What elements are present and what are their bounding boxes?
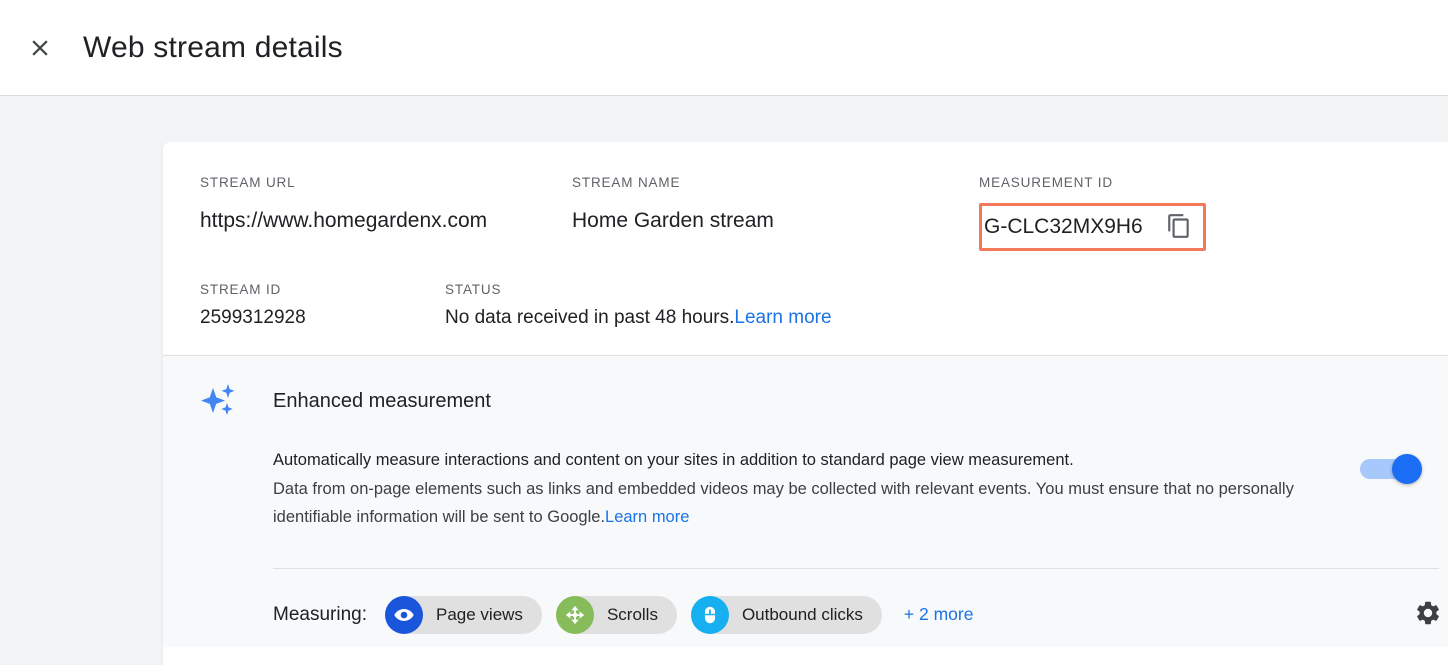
copy-measurement-id-button[interactable] <box>1165 213 1193 241</box>
enhanced-measurement-title: Enhanced measurement <box>273 390 491 412</box>
description-line-2: Data from on-page elements such as links… <box>273 475 1348 532</box>
enhanced-measurement-description: Automatically measure interactions and c… <box>273 446 1348 532</box>
description-line-2-text: Data from on-page elements such as links… <box>273 479 1294 527</box>
chip-label: Scrolls <box>606 604 658 624</box>
status-value-row: No data received in past 48 hours.Learn … <box>445 305 1145 331</box>
stream-id-label: STREAM ID <box>200 282 282 297</box>
web-stream-details-card: STREAM URL https://www.homegardenx.com S… <box>163 142 1448 665</box>
status-value: No data received in past 48 hours. <box>445 307 735 328</box>
toggle-thumb <box>1392 454 1422 484</box>
sparkle-icon <box>200 382 240 420</box>
measuring-row: Measuring: Page views Scrolls Outbound c… <box>163 569 1448 635</box>
mouse-icon <box>690 595 729 634</box>
page-title: Web stream details <box>83 30 343 64</box>
page-body: STREAM URL https://www.homegardenx.com S… <box>0 96 1448 665</box>
chip-scrolls[interactable]: Scrolls <box>555 595 677 634</box>
chip-label: Page views <box>436 604 523 624</box>
measurement-id-highlight-box: G-CLC32MX9H6 <box>979 203 1206 251</box>
enhanced-measurement-settings-button[interactable] <box>1408 595 1448 635</box>
stream-id-field: STREAM ID 2599312928 <box>200 281 445 331</box>
gear-icon <box>1414 599 1442 630</box>
stream-url-label: STREAM URL <box>200 175 296 190</box>
enhanced-measurement-section: Enhanced measurement Automatically measu… <box>163 355 1448 647</box>
chip-label: Outbound clicks <box>741 604 863 624</box>
stream-url-field: STREAM URL https://www.homegardenx.com <box>200 174 572 251</box>
stream-url-value: https://www.homegardenx.com <box>200 209 488 232</box>
close-icon <box>27 35 53 61</box>
stream-name-label: STREAM NAME <box>572 175 681 190</box>
measurement-id-label: MEASUREMENT ID <box>979 175 1113 190</box>
more-events-link[interactable]: + 2 more <box>904 604 974 625</box>
close-button[interactable] <box>18 26 62 70</box>
stream-id-value: 2599312928 <box>200 307 306 328</box>
stream-details-grid: STREAM URL https://www.homegardenx.com S… <box>163 142 1448 355</box>
enhanced-measurement-learn-more-link[interactable]: Learn more <box>605 508 689 526</box>
enhanced-measurement-toggle[interactable] <box>1360 454 1422 484</box>
details-row-1: STREAM URL https://www.homegardenx.com S… <box>200 174 1448 251</box>
details-row-2: STREAM ID 2599312928 STATUS No data rece… <box>200 281 1448 331</box>
status-field: STATUS No data received in past 48 hours… <box>445 281 1145 331</box>
copy-icon <box>1166 213 1192 242</box>
chip-outbound-clicks[interactable]: Outbound clicks <box>690 595 882 634</box>
dialog-header: Web stream details <box>0 0 1448 96</box>
chip-page-views[interactable]: Page views <box>385 595 542 634</box>
enhanced-measurement-header: Enhanced measurement <box>163 382 1448 420</box>
stream-name-field: STREAM NAME Home Garden stream <box>572 174 979 251</box>
description-line-1: Automatically measure interactions and c… <box>273 451 1074 469</box>
eye-icon <box>385 595 423 634</box>
enhanced-measurement-body: Automatically measure interactions and c… <box>163 420 1448 532</box>
measurement-id-value: G-CLC32MX9H6 <box>984 215 1143 238</box>
status-label: STATUS <box>445 282 502 297</box>
status-learn-more-link[interactable]: Learn more <box>734 307 831 328</box>
scroll-move-icon <box>555 595 594 634</box>
measurement-id-field: MEASUREMENT ID G-CLC32MX9H6 <box>979 174 1319 251</box>
measuring-label: Measuring: <box>273 603 367 625</box>
stream-name-value: Home Garden stream <box>572 209 774 232</box>
